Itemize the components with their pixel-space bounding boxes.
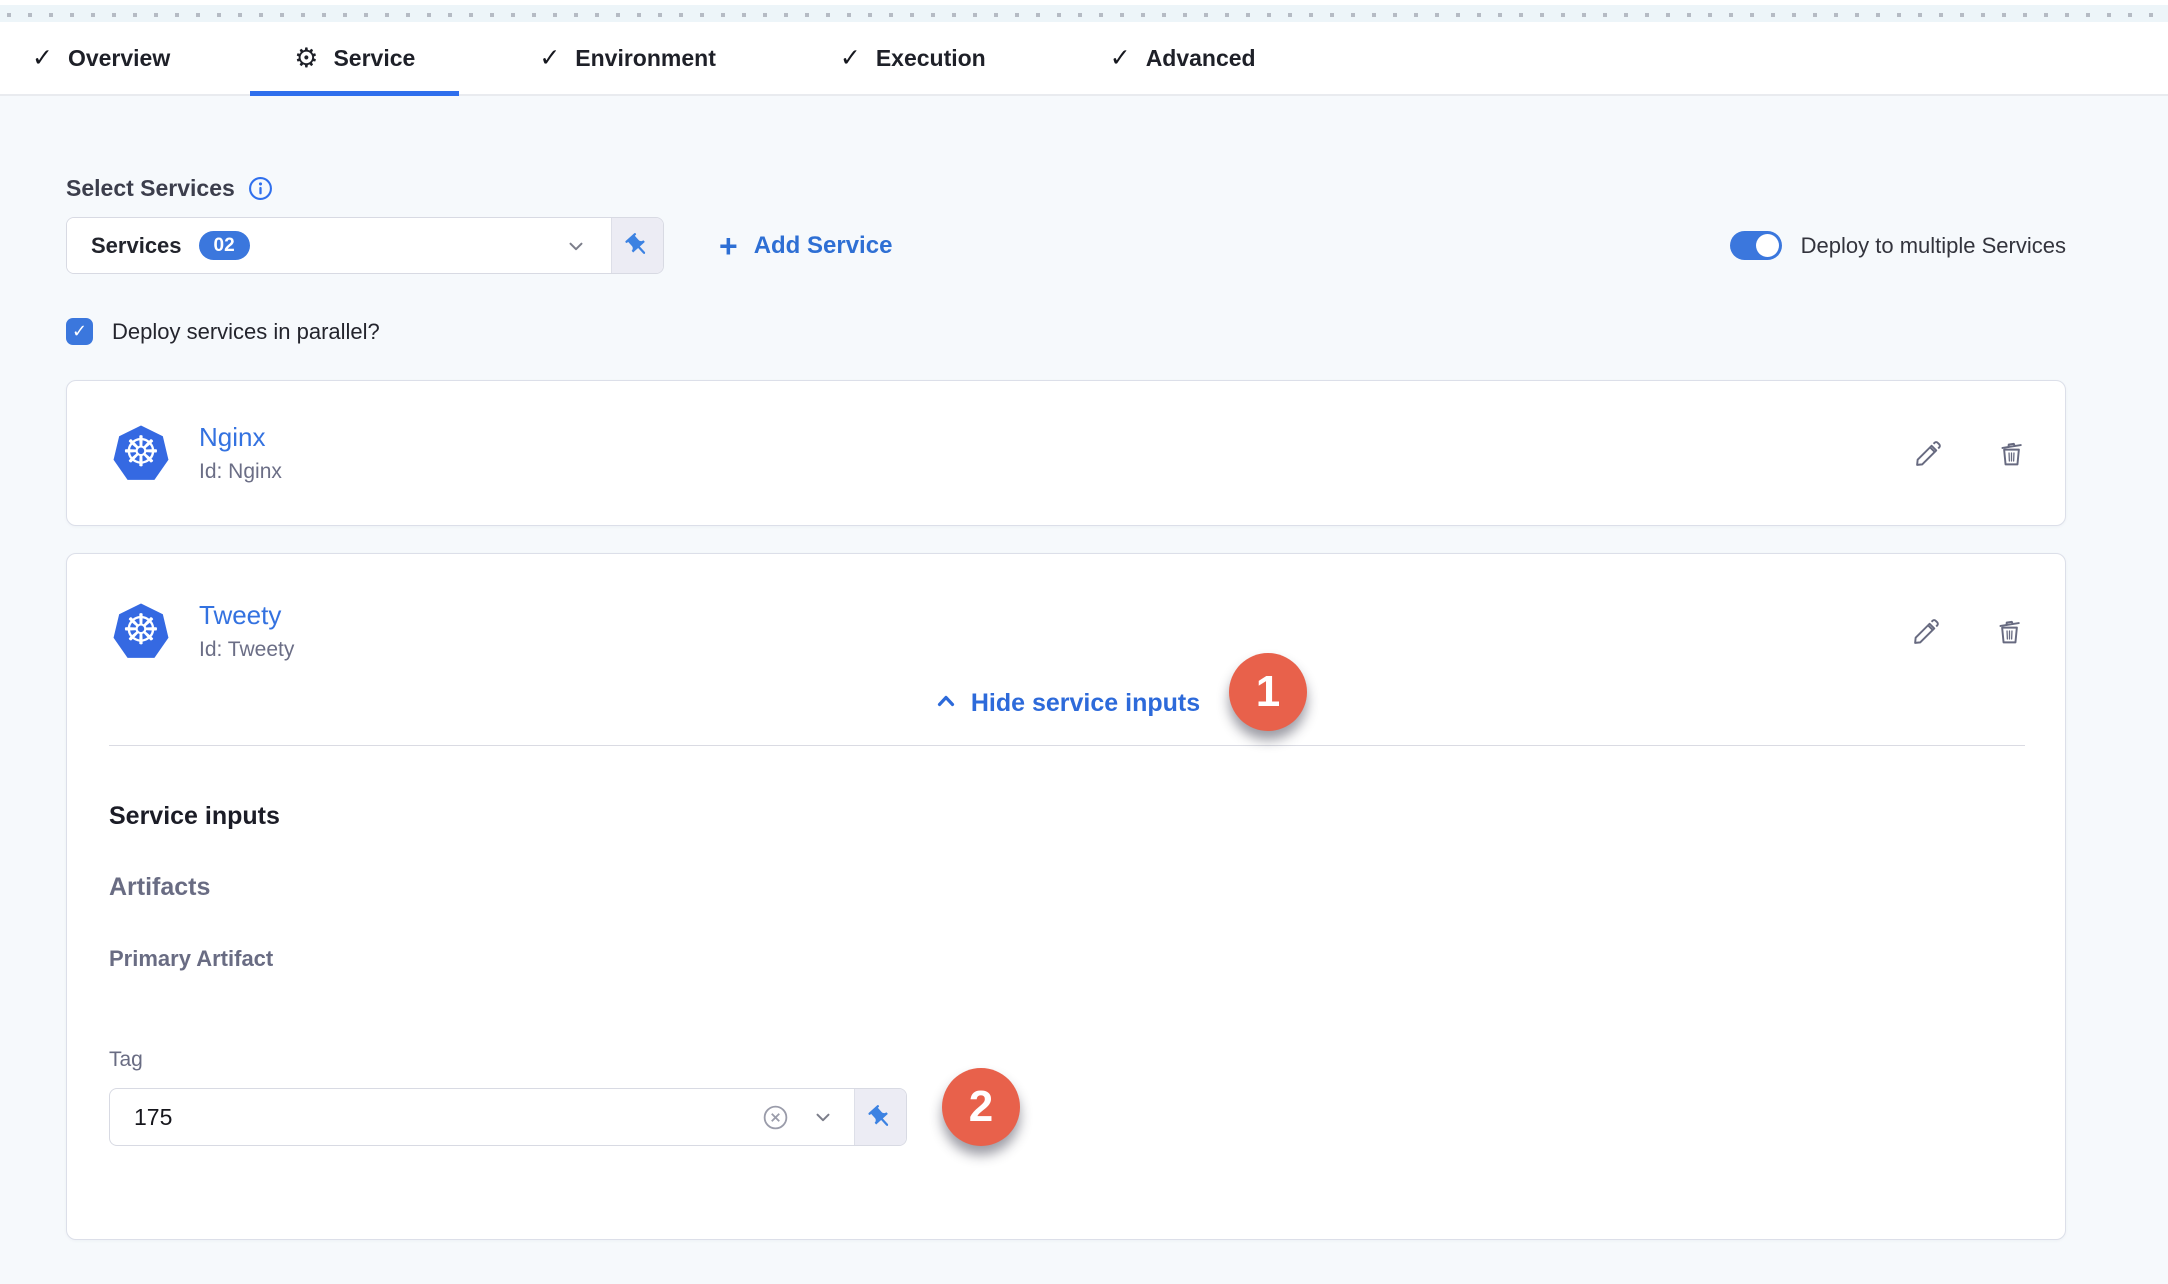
select-services-row: Select Services: [66, 175, 2066, 201]
services-dropdown-value: Services: [91, 233, 182, 259]
deploy-multiple-label: Deploy to multiple Services: [1801, 233, 2066, 259]
select-services-label: Select Services: [66, 175, 235, 202]
tab-overview[interactable]: ✓ Overview: [10, 22, 214, 94]
pin-icon: [624, 232, 651, 259]
tab-advanced-label: Advanced: [1146, 45, 1256, 72]
services-dropdown: Services 02: [66, 217, 664, 274]
edit-pencil-icon[interactable]: [1913, 438, 1944, 469]
service-card-actions: [1911, 616, 2025, 647]
tag-field-row: [109, 1088, 2025, 1146]
tab-execution[interactable]: ✓ Execution: [796, 22, 1030, 94]
service-config-page: ✓ Overview ⚙ Service ✓ Environment ✓ Exe…: [0, 0, 2168, 1284]
check-icon: ✓: [72, 321, 87, 342]
services-count-badge: 02: [199, 231, 250, 260]
check-icon: ✓: [1110, 43, 1131, 73]
annotation-badge-2: 2: [942, 1068, 1020, 1146]
canvas-dotted-strip: [0, 0, 2168, 22]
gear-icon: ⚙: [294, 45, 318, 72]
chevron-up-icon: [934, 689, 958, 718]
kubernetes-icon: ☸: [113, 425, 169, 481]
info-icon[interactable]: [248, 176, 273, 201]
tag-pin-button[interactable]: [854, 1089, 906, 1145]
check-icon: ✓: [840, 43, 861, 73]
deploy-multiple-group: Deploy to multiple Services: [1730, 231, 2066, 260]
tab-service-label: Service: [333, 45, 415, 72]
check-icon: ✓: [539, 43, 560, 73]
service-name-link[interactable]: Tweety: [199, 600, 294, 631]
services-pin-button[interactable]: [611, 218, 663, 273]
kubernetes-icon: ☸: [113, 603, 169, 659]
hide-service-inputs-label: Hide service inputs: [971, 689, 1200, 718]
delete-trash-icon[interactable]: [1996, 438, 2027, 469]
artifacts-heading: Artifacts: [109, 873, 2025, 902]
check-icon: ✓: [32, 43, 53, 73]
plus-icon: +: [719, 230, 738, 262]
service-card-text: Tweety Id: Tweety: [199, 600, 294, 662]
chevron-down-icon[interactable]: [812, 1106, 834, 1128]
toggle-knob: [1756, 234, 1779, 257]
service-card-nginx: ☸ Nginx Id: Nginx: [66, 380, 2066, 526]
service-id-text: Id: Nginx: [199, 460, 282, 484]
deploy-parallel-checkbox[interactable]: ✓: [66, 318, 93, 345]
services-select-row: Services 02 + Add Service Deploy to: [66, 217, 2066, 274]
service-name-link[interactable]: Nginx: [199, 422, 282, 453]
tag-input[interactable]: [110, 1089, 761, 1145]
tag-input-icons: [761, 1089, 854, 1145]
tab-execution-label: Execution: [876, 45, 986, 72]
service-card-text: Nginx Id: Nginx: [199, 422, 282, 484]
tag-input-group: [109, 1088, 907, 1146]
card-divider: [109, 745, 2025, 746]
tag-field-label: Tag: [109, 1048, 2025, 1072]
deploy-parallel-row: ✓ Deploy services in parallel?: [66, 318, 2066, 345]
tab-environment-label: Environment: [575, 45, 716, 72]
add-service-label: Add Service: [754, 232, 893, 260]
deploy-multiple-toggle[interactable]: [1730, 231, 1782, 260]
services-dropdown-field[interactable]: Services 02: [67, 218, 611, 273]
service-tab-content: Select Services Services 02 +: [0, 175, 2168, 1240]
chevron-down-icon: [565, 235, 587, 257]
add-service-button[interactable]: + Add Service: [719, 230, 892, 262]
primary-artifact-heading: Primary Artifact: [109, 946, 2025, 972]
delete-trash-icon[interactable]: [1994, 616, 2025, 647]
service-inputs-title: Service inputs: [109, 802, 2025, 831]
service-id-text: Id: Tweety: [199, 638, 294, 662]
deploy-parallel-label: Deploy services in parallel?: [112, 319, 380, 345]
pin-icon: [867, 1104, 894, 1131]
tweety-card-header: ☸ Tweety Id: Tweety: [109, 554, 2025, 662]
tab-service[interactable]: ⚙ Service: [250, 22, 459, 94]
service-card-tweety: ☸ Tweety Id: Tweety: [66, 553, 2066, 1240]
stage-tab-bar: ✓ Overview ⚙ Service ✓ Environment ✓ Exe…: [0, 22, 2168, 96]
clear-icon[interactable]: [761, 1103, 790, 1132]
tab-advanced[interactable]: ✓ Advanced: [1066, 22, 1300, 94]
service-card-actions: [1913, 438, 2027, 469]
hide-service-inputs-link[interactable]: Hide service inputs: [109, 689, 2025, 718]
edit-pencil-icon[interactable]: [1911, 616, 1942, 647]
tab-overview-label: Overview: [68, 45, 170, 72]
tab-environment[interactable]: ✓ Environment: [495, 22, 760, 94]
annotation-badge-1: 1: [1229, 653, 1307, 731]
